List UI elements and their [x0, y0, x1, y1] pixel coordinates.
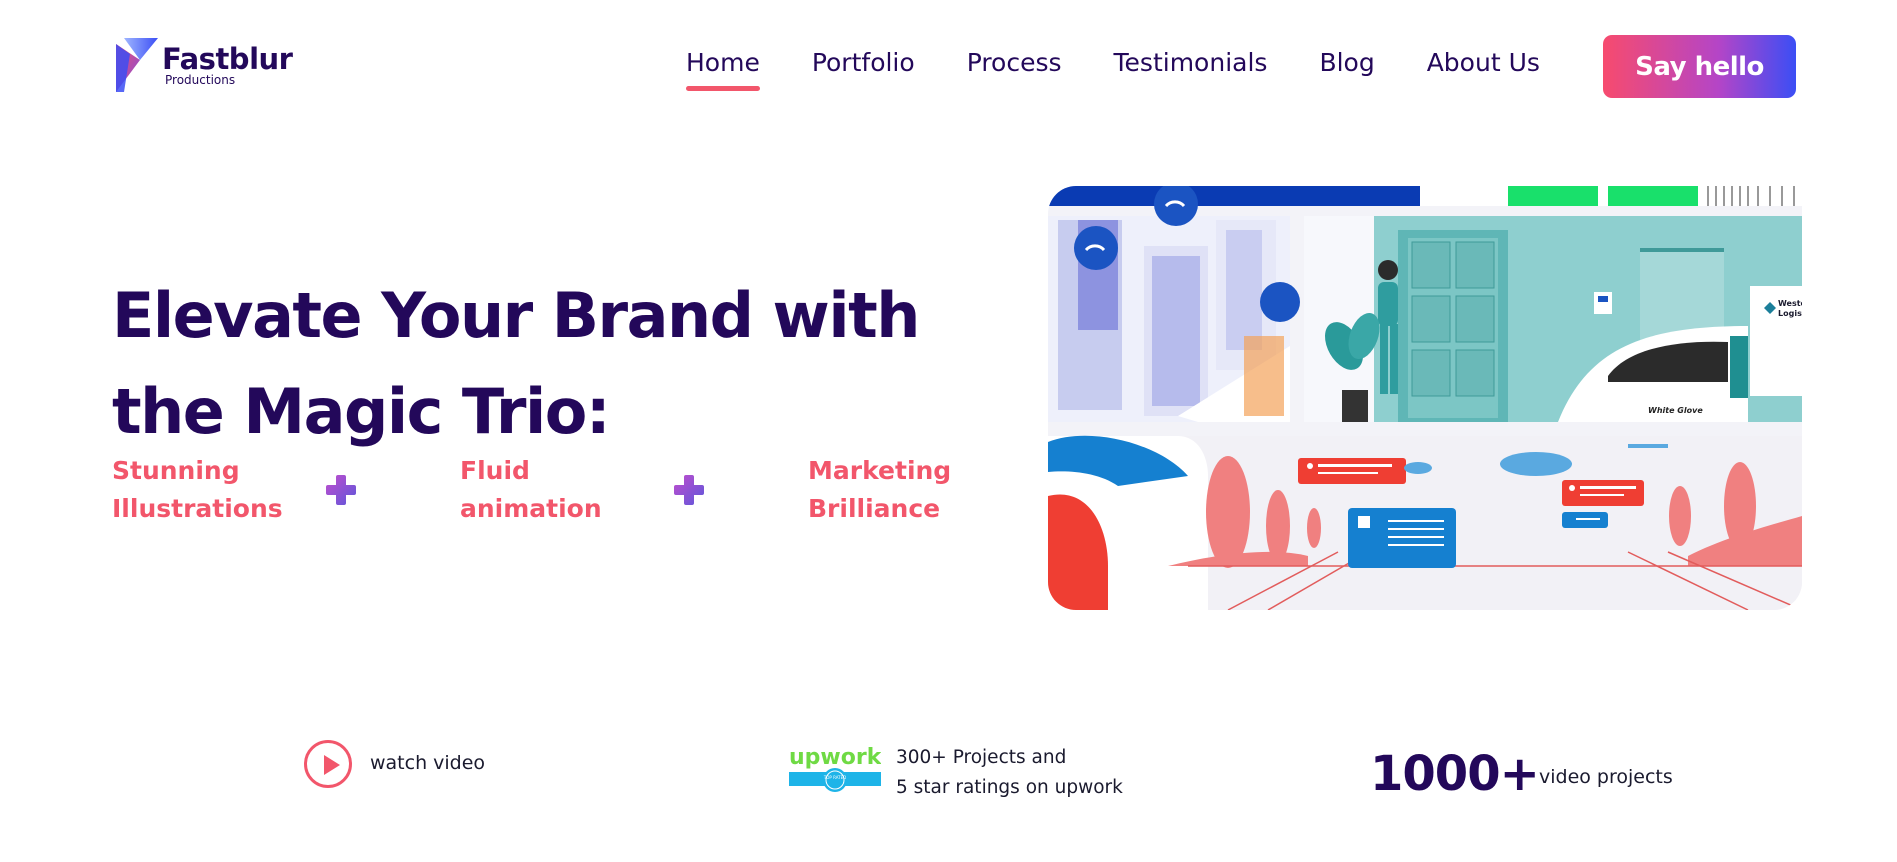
trio-item-animation: Fluid animation [460, 452, 674, 528]
trio-marketing-line-2: Brilliance [808, 494, 941, 523]
nav-portfolio[interactable]: Portfolio [812, 48, 915, 77]
brand-logo[interactable]: Fastblur Productions [116, 38, 293, 94]
magic-trio: Stunning Illustrations Fluid animation M… [112, 452, 951, 528]
trio-illustrations-line-1: Stunning [112, 456, 240, 485]
upwork-stats-line-1: 300+ Projects and [896, 747, 1067, 768]
sign-text-1: Western [1778, 299, 1802, 308]
van-label: White Glove [1648, 406, 1703, 415]
hero-title-line-1: Elevate Your Brand with [112, 279, 920, 352]
hero-title: Elevate Your Brand with the Magic Trio: [112, 268, 932, 460]
upwork-badge-icon: upwork TOP RATED [789, 745, 881, 792]
trio-illustrations-line-2: Illustrations [112, 494, 283, 523]
trio-marketing-line-1: Marketing [808, 456, 952, 485]
nav-process[interactable]: Process [967, 48, 1062, 77]
hero-illustration: White Glove Western Logistic [1048, 186, 1802, 610]
project-count: 1000+ [1370, 746, 1540, 802]
nav-home[interactable]: Home [686, 48, 760, 91]
main-nav: Home Portfolio Process Testimonials Blog… [686, 48, 1540, 91]
hero-illustration-art: White Glove Western Logistic [1048, 186, 1802, 610]
watch-video-link[interactable]: watch video [370, 752, 485, 774]
say-hello-button[interactable]: Say hello [1603, 35, 1796, 98]
trio-item-illustrations: Stunning Illustrations [112, 452, 326, 528]
trio-animation-line-1: Fluid [460, 456, 530, 485]
nav-testimonials[interactable]: Testimonials [1114, 48, 1268, 77]
play-video-icon[interactable] [304, 740, 352, 788]
plus-icon [674, 475, 704, 505]
upwork-badge-text: TOP RATED [823, 775, 846, 780]
upwork-logo-text: upwork [789, 745, 881, 770]
hero-title-line-2: the Magic Trio: [112, 375, 611, 448]
nav-about-us[interactable]: About Us [1427, 48, 1540, 77]
upwork-stats: 300+ Projects and 5 star ratings on upwo… [896, 743, 1123, 803]
project-count-label: video projects [1539, 766, 1673, 788]
trio-animation-line-2: animation [460, 494, 602, 523]
upwork-stats-line-2: 5 star ratings on upwork [896, 777, 1123, 798]
sign-text-2: Logistic [1778, 309, 1802, 318]
plus-icon [326, 475, 356, 505]
trio-item-marketing: Marketing Brilliance [808, 452, 951, 528]
logo-mark-icon [116, 38, 158, 92]
nav-blog[interactable]: Blog [1319, 48, 1374, 77]
brand-name: Fastblur [162, 42, 293, 76]
